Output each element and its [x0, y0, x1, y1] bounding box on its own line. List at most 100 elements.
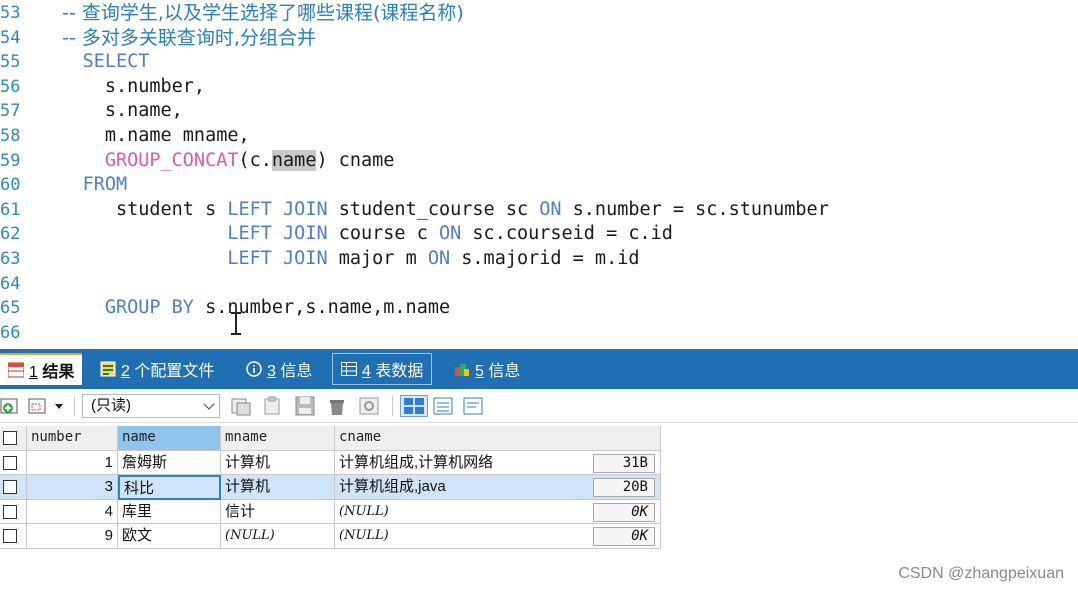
row-checkbox[interactable] — [0, 450, 27, 475]
code-token: s.number, — [38, 75, 206, 97]
code-line[interactable]: 62 LEFT JOIN course c ON sc.courseid = c… — [0, 222, 1078, 246]
tab-profile-label: 个配置文件 — [134, 363, 215, 380]
tab-result[interactable]: 1 结果 — [0, 353, 83, 385]
cell-cname[interactable]: 计算机组成,计算机网络 31B — [335, 450, 661, 475]
copy-rows-icon[interactable] — [230, 395, 252, 417]
code-token: sc.courseid = c.id — [461, 223, 673, 245]
cell-number[interactable]: 4 — [27, 499, 118, 524]
column-header-cname[interactable]: cname — [335, 426, 661, 451]
cell-name-value: 库里 — [122, 502, 153, 520]
cell-cname-value: (NULL) — [339, 528, 389, 543]
text-view-icon[interactable] — [462, 395, 484, 417]
line-number: 64 — [0, 273, 21, 294]
cell-number-value: 3 — [104, 478, 113, 495]
code-line[interactable]: 60 FROM — [0, 173, 1078, 197]
table-row[interactable]: 9 欧文 (NULL) (NULL) 0K — [0, 524, 661, 549]
code-line[interactable]: 64 — [0, 272, 1078, 296]
tab-result-number: 1 — [29, 364, 38, 381]
tab-table-data[interactable]: 4 表数据 — [332, 353, 433, 385]
table-row[interactable]: 3 科比 计算机 计算机组成,java 20B — [0, 475, 661, 500]
cell-name[interactable]: 库里 — [118, 499, 221, 524]
table-row[interactable]: 1 詹姆斯 计算机 计算机组成,计算机网络 31B — [0, 450, 661, 475]
code-line[interactable]: 65 GROUP BY s.number,s.name,m.name — [0, 296, 1078, 320]
mode-select[interactable]: (只读) — [82, 394, 220, 418]
cell-size-badge[interactable]: 31B — [593, 453, 655, 473]
column-header-mname[interactable]: mname — [221, 426, 335, 451]
tab-profile[interactable]: 2 个配置文件 — [92, 353, 222, 385]
cell-mname[interactable]: 信计 — [221, 499, 335, 524]
sql-keyword: FROM — [82, 174, 128, 196]
column-header-name[interactable]: name — [118, 426, 221, 451]
code-text: -- 多对多关联查询时,分组合并 — [38, 26, 316, 51]
code-line[interactable]: 55 SELECT — [0, 50, 1078, 74]
code-line[interactable]: 56 s.number, — [0, 75, 1078, 99]
cell-cname[interactable]: (NULL) 0K — [335, 524, 661, 549]
row-checkbox[interactable] — [0, 475, 27, 500]
code-line[interactable]: 53 -- 查询学生,以及学生选择了哪些课程(课程名称) — [0, 1, 1078, 25]
code-line[interactable]: 66 — [0, 321, 1078, 345]
code-token: m.name mname, — [38, 125, 250, 146]
insert-dropdown-icon[interactable] — [28, 395, 63, 417]
code-token: s.name, — [38, 100, 183, 122]
code-text: FROM — [38, 173, 128, 197]
grid-view-icon[interactable] — [400, 395, 428, 417]
add-row-icon[interactable] — [0, 395, 22, 417]
cell-size-badge[interactable]: 0K — [593, 502, 655, 522]
tab-profile-number: 2 — [121, 363, 130, 380]
code-text: s.number, — [38, 75, 205, 99]
cell-cname[interactable]: 计算机组成,java 20B — [335, 475, 661, 500]
cell-number[interactable]: 1 — [27, 450, 118, 475]
code-line[interactable]: 58 m.name mname, — [0, 124, 1078, 148]
mode-select-value: (只读) — [91, 397, 131, 414]
code-token: course c — [327, 223, 439, 245]
cell-cname[interactable]: (NULL) 0K — [335, 499, 661, 524]
code-text: SELECT — [38, 50, 150, 74]
cell-size-badge[interactable]: 0K — [593, 527, 655, 546]
result-grid[interactable]: number name mname cname 1 詹姆斯 计算机 计算机组成,计算机… — [0, 426, 661, 549]
code-line[interactable]: 61 student s LEFT JOIN student_course sc… — [0, 198, 1078, 222]
tab-info-2[interactable]: 5 信息 — [446, 353, 528, 385]
tab-info[interactable]: 3 信息 — [238, 353, 320, 385]
delete-icon[interactable] — [326, 395, 348, 417]
code-line[interactable]: 63 LEFT JOIN major m ON s.majorid = m.id — [0, 247, 1078, 271]
refresh-icon[interactable] — [358, 395, 380, 417]
table-row[interactable]: 4 库里 信计 (NULL) 0K — [0, 499, 661, 524]
code-text: -- 查询学生,以及学生选择了哪些课程(课程名称) — [38, 1, 464, 26]
cell-name-value: 欧文 — [122, 527, 153, 544]
code-line[interactable]: 54 -- 多对多关联查询时,分组合并 — [0, 26, 1078, 50]
sql-editor[interactable]: 53 -- 查询学生,以及学生选择了哪些课程(课程名称) 54 -- 多对多关联查… — [0, 0, 1078, 348]
cell-size-badge[interactable]: 20B — [593, 478, 655, 497]
line-number: 54 — [0, 27, 21, 48]
cell-number-value: 9 — [104, 527, 113, 544]
cell-name[interactable]: 科比 — [118, 475, 221, 500]
form-view-icon[interactable] — [432, 395, 454, 417]
code-line[interactable]: 57 s.name, — [0, 99, 1078, 123]
sql-keyword: ON — [427, 248, 451, 269]
column-header-number[interactable]: number — [27, 426, 118, 451]
cell-mname[interactable]: (NULL) — [221, 524, 335, 549]
paste-rows-icon[interactable] — [262, 395, 284, 417]
selected-text: name — [271, 149, 317, 171]
code-line[interactable]: 59 GROUP_CONCAT(c.name) cname — [0, 149, 1078, 173]
cell-name[interactable]: 欧文 — [118, 524, 221, 549]
code-text: GROUP_CONCAT(c.name) cname — [38, 149, 394, 173]
cell-number-value: 1 — [104, 453, 113, 471]
sql-keyword: ON — [439, 223, 462, 245]
code-text: GROUP BY s.number,s.name,m.name — [38, 296, 450, 320]
cell-mname[interactable]: 计算机 — [221, 475, 335, 500]
select-all-checkbox[interactable] — [0, 426, 27, 451]
cell-name[interactable]: 詹姆斯 — [118, 450, 221, 475]
code-text: s.name, — [38, 99, 183, 123]
row-checkbox[interactable] — [0, 524, 27, 549]
text-cursor-icon — [231, 312, 241, 336]
cell-number[interactable]: 9 — [27, 524, 118, 549]
code-text: LEFT JOIN major m ON s.majorid = m.id — [38, 247, 639, 271]
cell-number[interactable]: 3 — [27, 475, 118, 500]
row-checkbox[interactable] — [0, 499, 27, 524]
save-icon[interactable] — [294, 395, 316, 417]
sql-keyword: GROUP BY — [104, 297, 194, 319]
cell-mname[interactable]: 计算机 — [221, 450, 335, 475]
